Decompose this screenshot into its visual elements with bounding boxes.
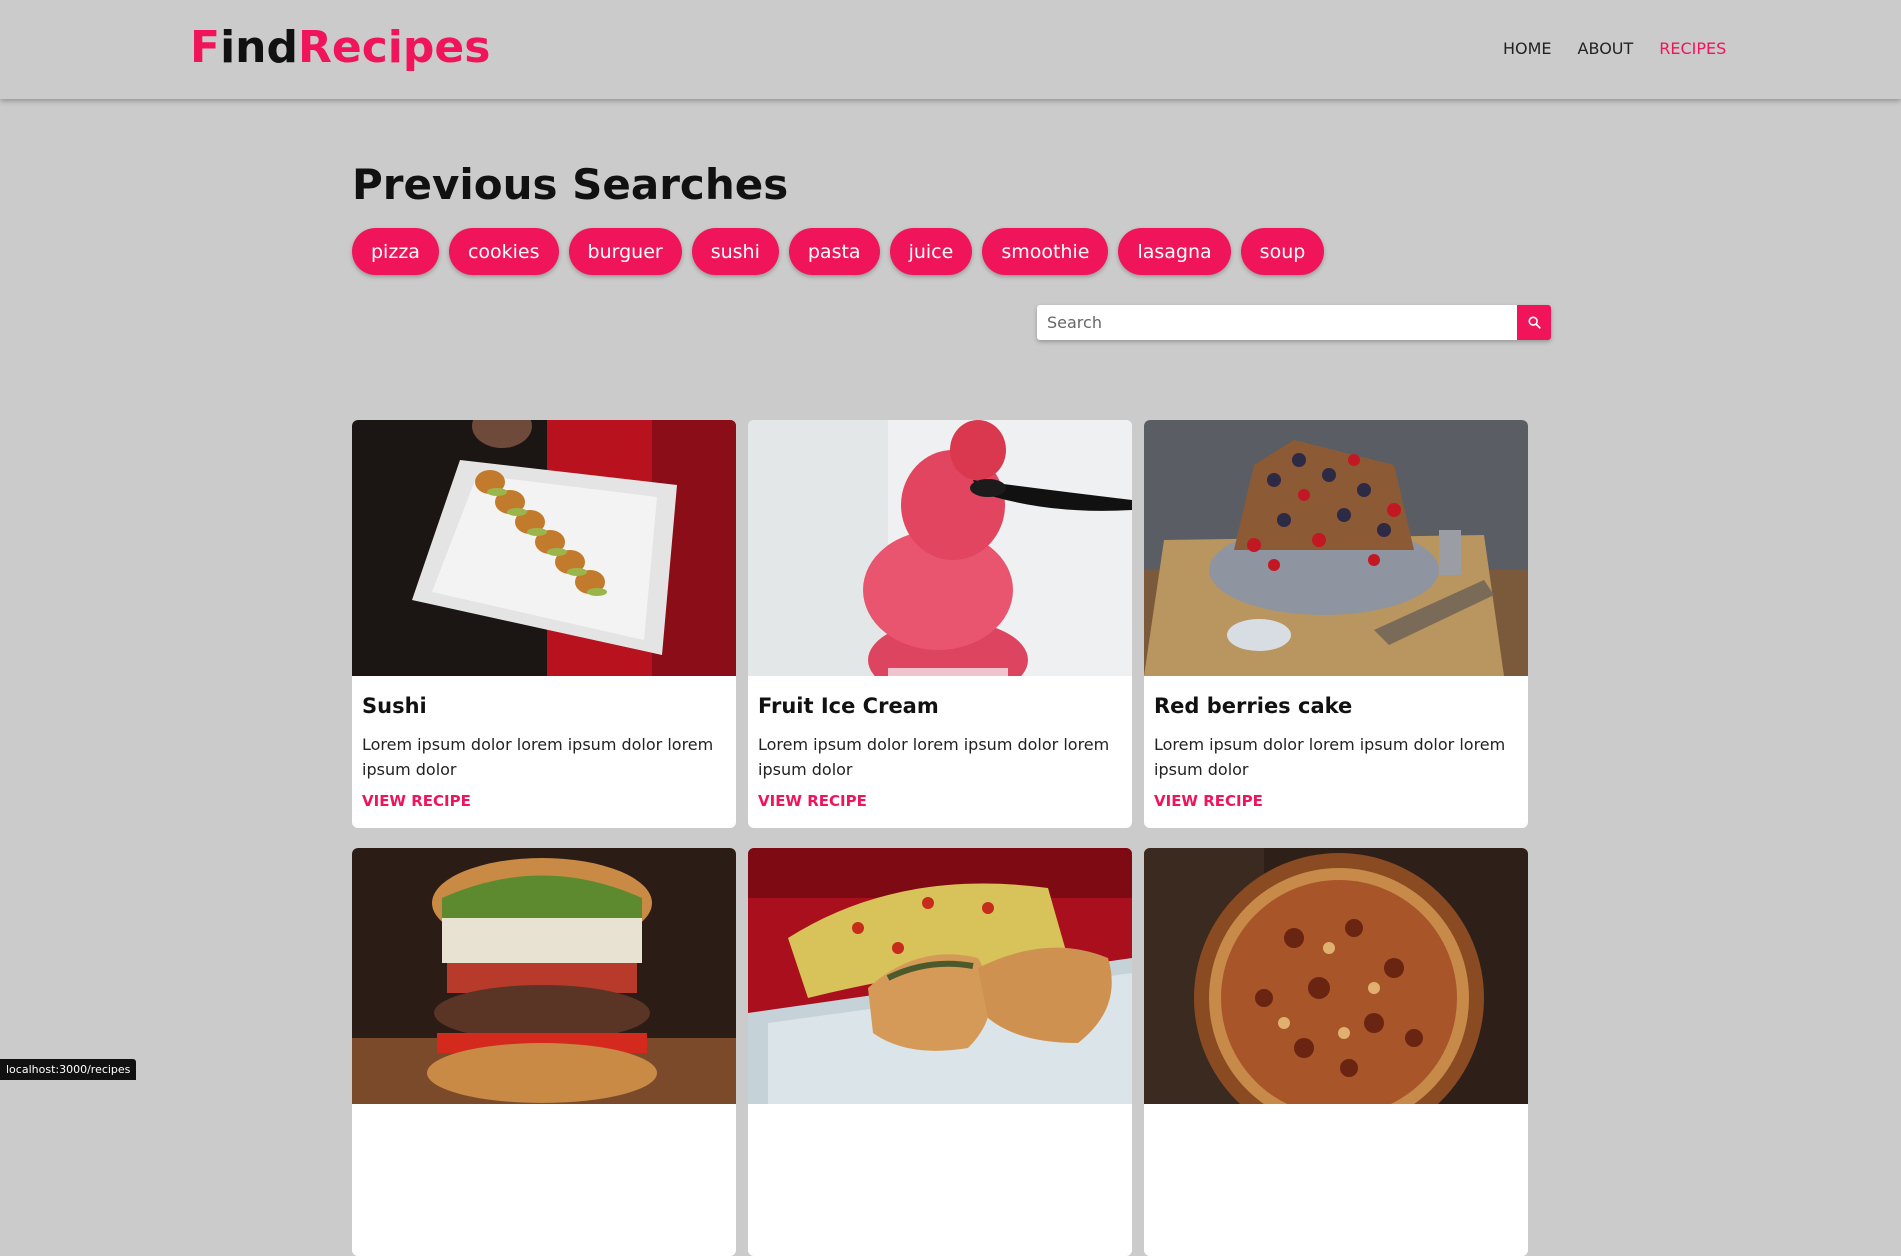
navbar: FindRecipes HOME ABOUT RECIPES xyxy=(0,0,1901,99)
search-chip-smoothie[interactable]: smoothie xyxy=(982,228,1109,275)
recipes-grid: Sushi Lorem ipsum dolor lorem ipsum dolo… xyxy=(352,420,1528,1256)
search-chip-pasta[interactable]: pasta xyxy=(788,228,880,275)
nav-link-home[interactable]: HOME xyxy=(1503,39,1552,58)
recipe-card: Red berries cake Lorem ipsum dolor lorem… xyxy=(1144,420,1528,828)
burger-image[interactable] xyxy=(352,848,736,1104)
nav-link-recipes[interactable]: RECIPES xyxy=(1659,39,1726,58)
previous-searches-title: Previous Searches xyxy=(352,160,789,209)
search-chip-sushi[interactable]: sushi xyxy=(691,228,779,275)
main-nav: HOME ABOUT RECIPES xyxy=(1503,39,1726,58)
search-chip-burguer[interactable]: burguer xyxy=(568,228,682,275)
search-chip-juice[interactable]: juice xyxy=(889,228,973,275)
site-logo[interactable]: FindRecipes xyxy=(190,22,490,73)
recipe-description: Lorem ipsum dolor lorem ipsum dolor lore… xyxy=(1154,735,1506,779)
search-chip-cookies[interactable]: cookies xyxy=(448,228,559,275)
recipe-card xyxy=(352,848,736,1256)
search-chip-lasagna[interactable]: lasagna xyxy=(1118,228,1231,275)
pizza-image[interactable] xyxy=(1144,848,1528,1104)
recipe-title: Fruit Ice Cream xyxy=(758,694,939,718)
logo-part-f: F xyxy=(190,22,221,73)
sushi-plate-image[interactable] xyxy=(352,420,736,676)
recipe-title: Sushi xyxy=(362,694,427,718)
recipe-card xyxy=(1144,848,1528,1256)
recipe-description: Lorem ipsum dolor lorem ipsum dolor lore… xyxy=(362,735,714,779)
recipe-title: Red berries cake xyxy=(1154,694,1353,718)
logo-part-ind: ind xyxy=(220,22,298,73)
recipe-card xyxy=(748,848,1132,1256)
browser-status-url: localhost:3000/recipes xyxy=(0,1059,137,1080)
view-recipe-link[interactable]: VIEW RECIPE xyxy=(362,792,471,810)
nav-link-about[interactable]: ABOUT xyxy=(1578,39,1634,58)
recipe-description: Lorem ipsum dolor lorem ipsum dolor lore… xyxy=(758,735,1110,779)
search-chip-soup[interactable]: soup xyxy=(1240,228,1325,275)
search-input[interactable] xyxy=(1037,305,1517,340)
logo-part-recipes: Recipes xyxy=(297,22,491,73)
search-button[interactable] xyxy=(1517,305,1551,340)
view-recipe-link[interactable]: VIEW RECIPE xyxy=(758,792,867,810)
search-bar xyxy=(1037,305,1551,340)
recipe-card: Sushi Lorem ipsum dolor lorem ipsum dolo… xyxy=(352,420,736,828)
recipe-card: Fruit Ice Cream Lorem ipsum dolor lorem … xyxy=(748,420,1132,828)
previous-searches-list: pizza cookies burguer sushi pasta juice … xyxy=(352,228,1325,275)
search-chip-pizza[interactable]: pizza xyxy=(352,228,439,275)
search-icon xyxy=(1527,316,1541,329)
pink-ice-cream-image[interactable] xyxy=(748,420,1132,676)
grilled-fish-image[interactable] xyxy=(748,848,1132,1104)
view-recipe-link[interactable]: VIEW RECIPE xyxy=(1154,792,1263,810)
berry-cake-image[interactable] xyxy=(1144,420,1528,676)
